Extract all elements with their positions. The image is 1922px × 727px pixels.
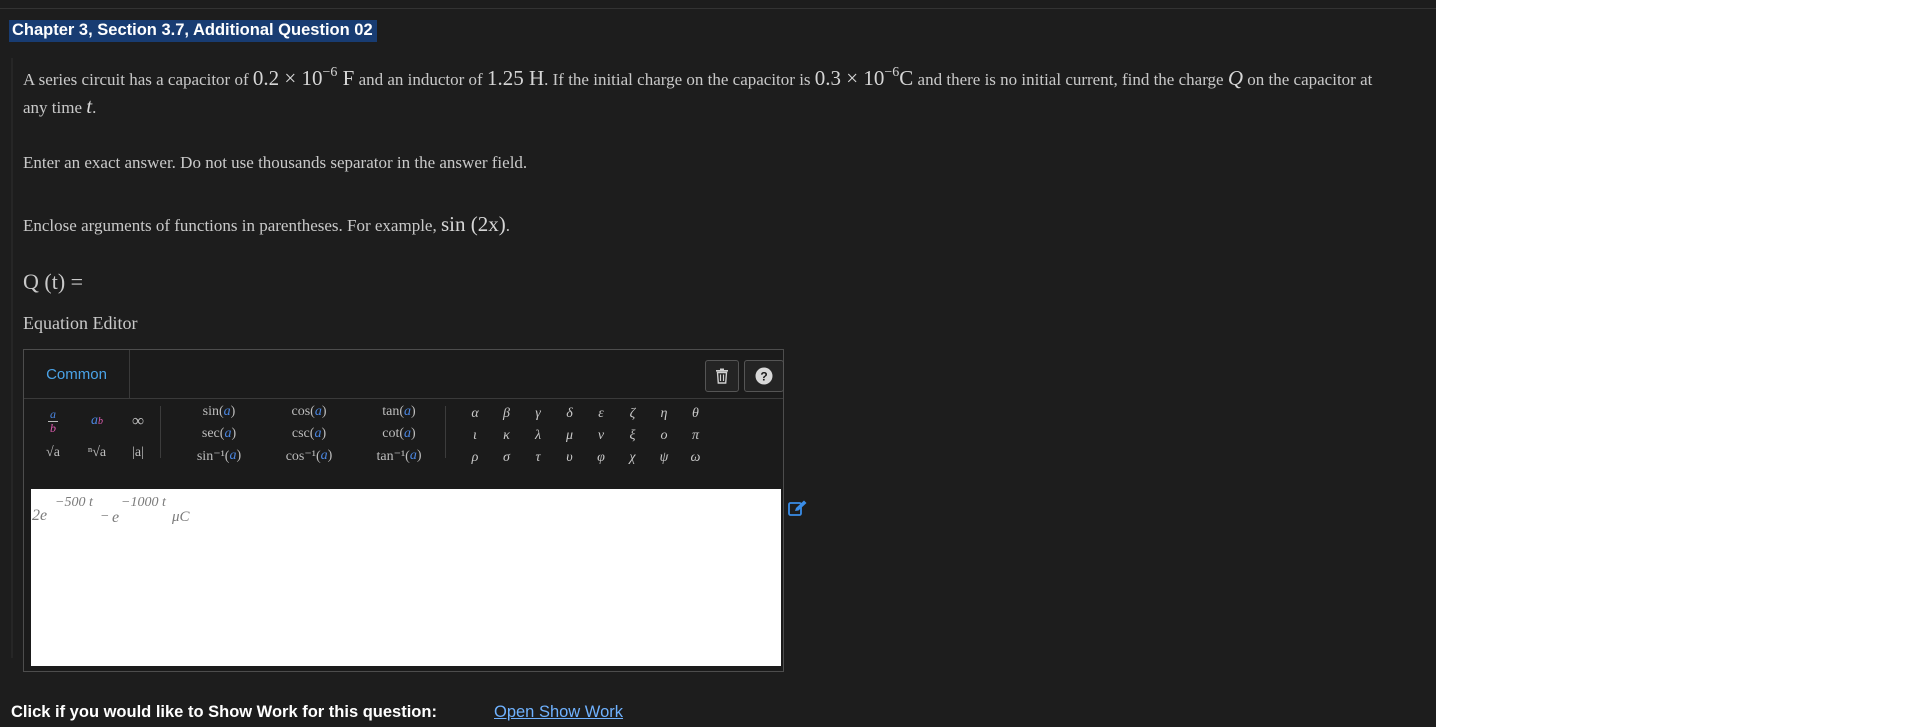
sqrt-template-button[interactable]: √a [38, 444, 68, 462]
greek-symbol-button[interactable]: ν [591, 428, 611, 444]
greek-symbol-button[interactable]: ο [654, 428, 674, 444]
greek-symbol-button[interactable]: θ [686, 406, 706, 422]
infinity-button[interactable]: ∞ [126, 410, 150, 432]
equation-editor-label: Equation Editor [23, 313, 138, 333]
equation-editor: Common ? a b a b ∞ √a ⁿ√a |a| sin(a) c… [23, 349, 784, 672]
nthroot-template-button[interactable]: ⁿ√a [82, 444, 112, 462]
greek-symbol-button[interactable]: β [497, 406, 517, 422]
sec-button[interactable]: sec(a) [174, 424, 264, 444]
arctan-button[interactable]: tan⁻¹(a) [354, 446, 444, 466]
abs-template-button[interactable]: |a| [126, 444, 150, 462]
palette-divider [160, 406, 161, 458]
edit-icon[interactable] [788, 500, 808, 518]
palette-divider [445, 406, 446, 458]
greek-symbol-button[interactable]: ρ [465, 450, 485, 466]
question-text: A series circuit has a capacitor of 0.2 … [23, 65, 1373, 118]
tab-common[interactable]: Common [24, 350, 130, 398]
greek-symbol-button[interactable]: τ [528, 450, 548, 466]
greek-symbol-button[interactable]: μ [560, 428, 580, 444]
top-divider [0, 8, 1436, 9]
arccos-button[interactable]: cos⁻¹(a) [264, 446, 354, 466]
power-template-button[interactable]: ab [82, 408, 112, 434]
greek-symbol-button[interactable]: ψ [654, 450, 674, 466]
instruction-exact-answer: Enter an exact answer. Do not use thousa… [23, 153, 528, 172]
greek-symbol-button[interactable]: π [686, 428, 706, 444]
greek-symbol-button[interactable]: φ [591, 450, 611, 466]
help-button[interactable]: ? [744, 360, 784, 392]
greek-symbol-button[interactable]: γ [528, 406, 548, 422]
sin-button[interactable]: sin(a) [174, 402, 264, 422]
greek-symbol-button[interactable]: ζ [623, 406, 643, 422]
greek-symbol-button[interactable]: υ [560, 450, 580, 466]
instruction-parentheses: Enclose arguments of functions in parent… [23, 212, 510, 236]
greek-symbol-button[interactable]: ξ [623, 428, 643, 444]
answer-input[interactable]: 2e −500 t − e −1000 t μC [31, 489, 781, 666]
greek-symbol-button[interactable]: η [654, 406, 674, 422]
greek-symbol-button[interactable]: δ [560, 406, 580, 422]
help-icon: ? [755, 367, 773, 385]
greek-symbol-button[interactable]: κ [497, 428, 517, 444]
cos-button[interactable]: cos(a) [264, 402, 354, 422]
arcsin-button[interactable]: sin⁻¹(a) [174, 446, 264, 466]
greek-symbol-button[interactable]: σ [497, 450, 517, 466]
editor-tabbar: Common ? [24, 350, 784, 399]
symbol-palette: a b ab ∞ √a ⁿ√a |a| sin(a) cos(a) tan(a)… [24, 400, 783, 465]
greek-symbol-button[interactable]: χ [623, 450, 643, 466]
cot-button[interactable]: cot(a) [354, 424, 444, 444]
left-rule [11, 58, 13, 658]
trash-icon [716, 368, 728, 384]
greek-symbol-button[interactable]: ε [591, 406, 611, 422]
fraction-template-button[interactable]: a b [38, 406, 68, 436]
greek-symbol-button[interactable]: α [465, 406, 485, 422]
csc-button[interactable]: csc(a) [264, 424, 354, 444]
greek-symbol-button[interactable]: λ [528, 428, 548, 444]
question-panel: Chapter 3, Section 3.7, Additional Quest… [0, 0, 1436, 727]
answer-label: Q (t) = [23, 269, 84, 294]
section-title: Chapter 3, Section 3.7, Additional Quest… [9, 20, 377, 42]
svg-text:?: ? [760, 370, 767, 384]
tan-button[interactable]: tan(a) [354, 402, 444, 422]
open-show-work-link[interactable]: Open Show Work [494, 703, 623, 722]
greek-symbol-button[interactable]: ι [465, 428, 485, 444]
greek-symbol-button[interactable]: ω [686, 450, 706, 466]
clear-button[interactable] [705, 360, 739, 392]
show-work-prompt: Click if you would like to Show Work for… [11, 703, 437, 721]
